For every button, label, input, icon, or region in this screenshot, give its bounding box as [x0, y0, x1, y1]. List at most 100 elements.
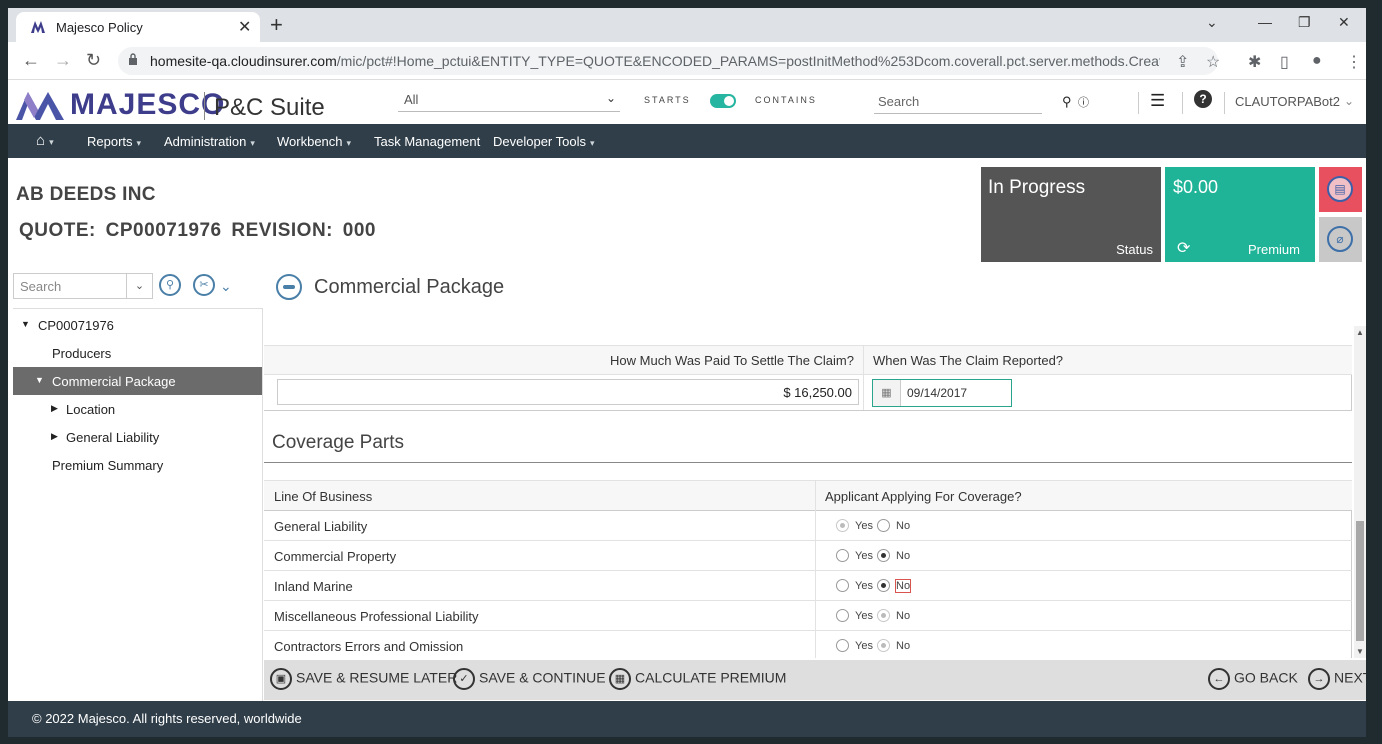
- coverage-row-name: Commercial Property: [274, 549, 397, 564]
- tools-icon[interactable]: ✂: [193, 274, 215, 296]
- minimize-icon[interactable]: —: [1258, 14, 1272, 30]
- calculate-premium-button[interactable]: ▦ CALCULATE PREMIUM: [609, 668, 786, 690]
- claim-row: $ 16,250.00 ▦ 09/14/2017: [264, 375, 1352, 411]
- help-icon[interactable]: ?: [1194, 90, 1212, 108]
- arrow-left-icon: ←: [1208, 668, 1230, 690]
- yes-radio[interactable]: [836, 519, 849, 532]
- search-scope-select[interactable]: All ⌄: [398, 88, 620, 112]
- browser-menu-icon[interactable]: ⋮: [1346, 52, 1362, 72]
- nav-workbench[interactable]: Workbench ▾: [277, 134, 351, 149]
- tree-node-general-liability[interactable]: ▶ General Liability: [13, 423, 262, 451]
- os-taskbar: [8, 737, 1366, 744]
- yes-radio[interactable]: [836, 639, 849, 652]
- yes-radio[interactable]: [836, 609, 849, 622]
- tab-search-icon[interactable]: ⌄: [1206, 14, 1218, 31]
- nav-task-management[interactable]: Task Management: [374, 134, 480, 149]
- collapse-panel-icon[interactable]: [276, 274, 302, 300]
- search-scope-value: All: [404, 92, 419, 107]
- col-reported-header: When Was The Claim Reported?: [873, 353, 1064, 368]
- back-arrow-icon[interactable]: ←: [22, 50, 40, 71]
- tab-title: Majesco Policy: [56, 20, 143, 35]
- tree-node-location[interactable]: ▶ Location: [13, 395, 262, 423]
- app-header: MAJESCO P&C Suite All ⌄ STARTS CONTAINS …: [8, 80, 1366, 124]
- yes-radio[interactable]: [836, 579, 849, 592]
- starts-contains-toggle[interactable]: [710, 94, 736, 108]
- tree-node-premium-summary[interactable]: Premium Summary: [13, 451, 262, 479]
- profile-icon[interactable]: ●: [1312, 52, 1322, 70]
- search-icon[interactable]: ⚲: [1062, 94, 1072, 110]
- tree-node-label: General Liability: [66, 430, 160, 445]
- brand-divider: [204, 92, 205, 120]
- premium-value: $0.00: [1173, 177, 1219, 197]
- expanded-caret-icon[interactable]: ▼: [21, 319, 30, 329]
- collapsed-caret-icon[interactable]: ▶: [51, 431, 58, 442]
- claim-reported-date-value: 09/14/2017: [907, 386, 968, 400]
- tree-node-producers[interactable]: Producers: [13, 339, 262, 367]
- chat-icon: ▤: [1327, 176, 1353, 202]
- yes-radio[interactable]: [836, 549, 849, 562]
- starts-label: STARTS: [644, 95, 691, 105]
- tree-search-icon[interactable]: ⚲: [159, 274, 181, 296]
- no-label-focused[interactable]: No: [894, 579, 912, 593]
- tools-chevron-icon[interactable]: ⌄: [220, 278, 232, 295]
- close-window-icon[interactable]: ✕: [1338, 14, 1350, 31]
- go-back-button[interactable]: ← GO BACK: [1208, 668, 1298, 690]
- forward-arrow-icon[interactable]: →: [54, 50, 72, 71]
- info-icon[interactable]: ⓘ: [1078, 94, 1089, 110]
- expanded-caret-icon[interactable]: ▼: [35, 375, 44, 385]
- collapsed-caret-icon[interactable]: ▶: [51, 403, 58, 414]
- close-tab-icon[interactable]: ✕: [238, 17, 251, 37]
- save-continue-label: SAVE & CONTINUE: [479, 669, 606, 686]
- nav-administration[interactable]: Administration ▾: [164, 134, 255, 149]
- global-search-input[interactable]: Search: [874, 88, 1042, 114]
- coverage-row-misc-professional-liability: Miscellaneous Professional Liability Yes…: [264, 601, 1352, 631]
- user-name[interactable]: CLAUTORPABot2: [1235, 94, 1340, 109]
- nav-reports[interactable]: Reports ▾: [87, 134, 141, 149]
- reload-icon[interactable]: ↻: [86, 50, 101, 71]
- no-radio[interactable]: [877, 579, 890, 592]
- tree-node-commercial-package[interactable]: ▼ Commercial Package: [13, 367, 262, 395]
- header-divider: [1224, 92, 1225, 114]
- brand-name: MAJESCO: [70, 88, 226, 121]
- save-disk-icon: ▣: [270, 668, 292, 690]
- chat-tile[interactable]: ▤: [1319, 167, 1362, 212]
- column-divider: [815, 481, 816, 512]
- vertical-scrollbar[interactable]: ▲ ▼: [1354, 326, 1366, 658]
- coverage-parts-title: Coverage Parts: [272, 432, 405, 453]
- scroll-up-icon[interactable]: ▲: [1356, 328, 1364, 337]
- tree-node-label: CP00071976: [38, 318, 114, 333]
- user-chevron-icon[interactable]: ⌄: [1344, 94, 1354, 108]
- extensions-icon[interactable]: ✱: [1248, 52, 1261, 72]
- no-radio[interactable]: [877, 639, 890, 652]
- side-panel-icon[interactable]: ▯: [1280, 52, 1289, 72]
- column-divider: [815, 541, 816, 571]
- calendar-icon[interactable]: ▦: [873, 380, 901, 406]
- account-name: AB DEEDS INC: [16, 184, 156, 205]
- scroll-thumb[interactable]: [1356, 521, 1364, 641]
- tree-node-quote[interactable]: ▼ CP00071976: [13, 311, 262, 339]
- nav-developer-tools[interactable]: Developer Tools ▾: [493, 134, 595, 149]
- no-radio[interactable]: [877, 609, 890, 622]
- share-icon[interactable]: ⇪: [1176, 52, 1189, 72]
- bookmark-star-icon[interactable]: ☆: [1206, 52, 1220, 72]
- maximize-icon[interactable]: ❐: [1298, 14, 1311, 31]
- refresh-premium-icon[interactable]: ⟳: [1177, 238, 1190, 258]
- new-tab-icon[interactable]: +: [270, 12, 283, 38]
- home-icon[interactable]: ⌂ ▾: [36, 132, 54, 149]
- tree-search-input[interactable]: Search ⌄: [13, 273, 153, 299]
- browser-tab[interactable]: Majesco Policy ✕: [16, 12, 260, 42]
- menu-lines-icon[interactable]: ☰: [1150, 91, 1165, 111]
- scroll-down-icon[interactable]: ▼: [1356, 647, 1364, 656]
- next-button[interactable]: →NEXT: [1308, 668, 1366, 690]
- contains-label: CONTAINS: [755, 95, 817, 105]
- no-radio[interactable]: [877, 519, 890, 532]
- url-field[interactable]: homesite-qa.cloudinsurer.com/mic/pct#!Ho…: [118, 47, 1218, 75]
- save-resume-later-button[interactable]: ▣ SAVE & RESUME LATER: [270, 668, 457, 690]
- no-radio[interactable]: [877, 549, 890, 562]
- attachment-tile[interactable]: ⌀: [1319, 217, 1362, 262]
- chevron-down-icon[interactable]: ⌄: [126, 274, 152, 298]
- paid-amount-input[interactable]: $ 16,250.00: [277, 379, 859, 405]
- claim-reported-date-input[interactable]: ▦ 09/14/2017: [872, 379, 1012, 407]
- tree-node-label: Location: [66, 402, 116, 417]
- save-continue-button[interactable]: ✓ SAVE & CONTINUE: [453, 668, 606, 690]
